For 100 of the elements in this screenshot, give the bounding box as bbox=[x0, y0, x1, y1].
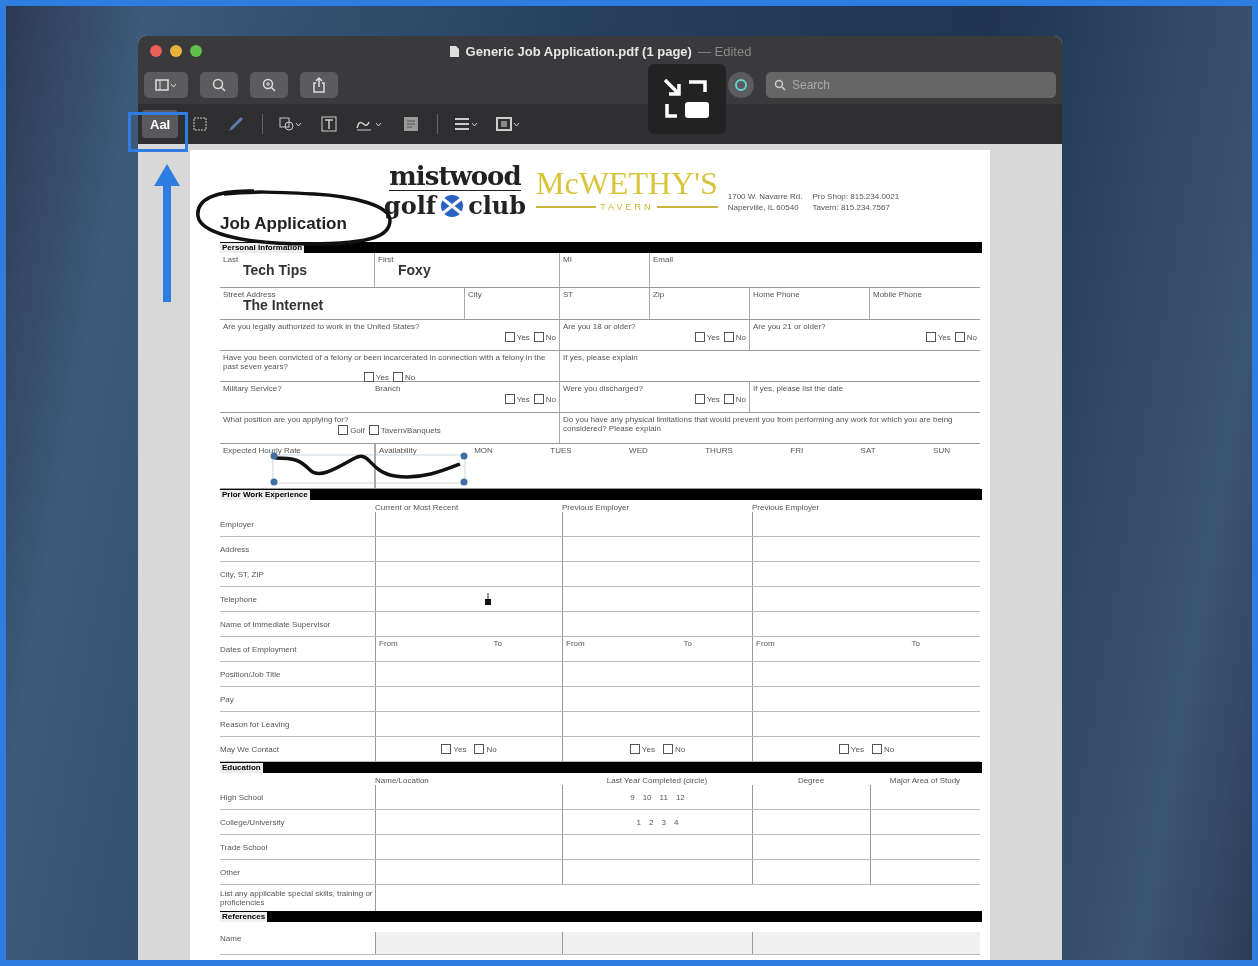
question-text: Expected Hourly Rate bbox=[223, 446, 301, 455]
day-label: TUES bbox=[550, 446, 572, 455]
cursor-icon bbox=[484, 592, 492, 606]
checkbox[interactable] bbox=[533, 332, 544, 342]
sidebar-icon bbox=[155, 79, 177, 91]
row-label: Position/Job Title bbox=[220, 669, 282, 679]
rotate-button[interactable] bbox=[728, 72, 754, 98]
field-value: Tech Tips bbox=[243, 262, 308, 278]
checkbox[interactable] bbox=[392, 372, 403, 382]
field-label: To bbox=[493, 639, 502, 650]
row-label: Telephone bbox=[220, 594, 258, 604]
exit-fullscreen-overlay[interactable] bbox=[648, 64, 726, 134]
year-option: 11 bbox=[659, 792, 668, 802]
year-option: 2 bbox=[649, 817, 654, 827]
form-field[interactable] bbox=[752, 932, 980, 954]
checkbox[interactable] bbox=[694, 332, 705, 342]
checkbox[interactable] bbox=[338, 425, 349, 435]
checkbox[interactable] bbox=[723, 332, 734, 342]
checkbox[interactable] bbox=[533, 394, 544, 404]
column-header: Previous Employer bbox=[562, 503, 631, 512]
phone-line: Pro Shop: 815.234.0021 bbox=[812, 192, 900, 201]
field-label: Zip bbox=[653, 290, 665, 299]
day-label: SAT bbox=[860, 446, 876, 455]
checkbox[interactable] bbox=[925, 332, 936, 342]
zoom-button[interactable] bbox=[190, 45, 202, 57]
question-text: Are you 18 or older? bbox=[563, 322, 636, 331]
day-label: THURS bbox=[705, 446, 733, 455]
checkbox-label: Yes bbox=[375, 372, 389, 382]
checkbox[interactable] bbox=[504, 332, 515, 342]
question-text: Have you been convicted of a felony or been incarcerated in connection with a felony in the past seven years? bbox=[223, 353, 547, 371]
year-option: 9 bbox=[630, 792, 635, 802]
highlight-frame bbox=[128, 112, 188, 152]
row-label: May We Contact bbox=[220, 744, 280, 754]
question-text: What position are you applying for? bbox=[223, 415, 349, 424]
field-label: MI bbox=[563, 255, 572, 264]
row-label: Name bbox=[220, 933, 243, 943]
note-icon bbox=[403, 116, 420, 132]
section-header-bar: Prior Work Experience bbox=[220, 489, 982, 500]
document-icon bbox=[448, 44, 460, 58]
checkbox-label: No bbox=[883, 744, 895, 754]
form-field[interactable] bbox=[375, 932, 562, 954]
checkbox-label: Yes bbox=[706, 394, 720, 404]
field-label: Email bbox=[653, 255, 673, 264]
sidebar-button[interactable] bbox=[144, 72, 188, 98]
checkbox[interactable] bbox=[871, 744, 882, 754]
field-label: ST bbox=[563, 290, 574, 299]
year-option: 12 bbox=[675, 792, 685, 802]
zoom-in-button[interactable] bbox=[250, 72, 288, 98]
tavern-logo-text: McWETHY'S bbox=[536, 164, 718, 203]
close-button[interactable] bbox=[150, 45, 162, 57]
checkbox[interactable] bbox=[954, 332, 965, 342]
checkbox-label: Yes bbox=[453, 744, 467, 754]
shapes-icon bbox=[279, 116, 304, 132]
row-label: List any applicable special skills, training or proficiencies bbox=[220, 889, 374, 907]
field-label: From bbox=[566, 639, 585, 650]
window-title: Generic Job Application.pdf (1 page) bbox=[465, 43, 692, 59]
column-header: Current or Most Recent bbox=[375, 503, 460, 512]
club-logo-text: mistwood bbox=[389, 162, 521, 191]
form-field[interactable] bbox=[562, 932, 752, 954]
club-logo-text: club bbox=[468, 191, 527, 220]
checkbox[interactable] bbox=[363, 372, 374, 382]
checkbox[interactable] bbox=[629, 744, 640, 754]
year-option: 1 bbox=[636, 817, 642, 827]
day-label: FRI bbox=[790, 446, 804, 455]
section-header-bar: References bbox=[220, 911, 982, 922]
checkbox-label: No bbox=[735, 332, 746, 342]
checkbox[interactable] bbox=[723, 394, 734, 404]
circle-icon bbox=[734, 78, 748, 92]
document-title: Job Application bbox=[220, 214, 348, 234]
zoom-out-button[interactable] bbox=[200, 72, 238, 98]
question-text: Are you legally authorized to work in the United States? bbox=[223, 322, 420, 331]
minimize-button[interactable] bbox=[170, 45, 182, 57]
checkbox[interactable] bbox=[838, 744, 849, 754]
checkbox[interactable] bbox=[474, 744, 485, 754]
row-label: Pay bbox=[220, 694, 235, 704]
pen-icon bbox=[227, 116, 246, 132]
checkbox[interactable] bbox=[504, 394, 515, 404]
zoom-out-icon bbox=[212, 78, 226, 92]
row-label: Employer bbox=[220, 519, 255, 529]
search-field[interactable]: Search bbox=[766, 72, 1056, 98]
question-text: Availability bbox=[379, 446, 417, 455]
tavern-logo-subtitle: TAVERN bbox=[600, 202, 654, 213]
checkbox[interactable] bbox=[368, 425, 379, 435]
row-label: College/University bbox=[220, 817, 286, 827]
year-option: 10 bbox=[642, 792, 652, 802]
question-text: Are you 21 or older? bbox=[753, 322, 826, 331]
day-label: MON bbox=[474, 446, 493, 455]
checkbox[interactable] bbox=[662, 744, 673, 754]
year-option: 3 bbox=[661, 817, 666, 827]
share-button[interactable] bbox=[300, 72, 338, 98]
row-label: High School bbox=[220, 792, 265, 802]
share-icon bbox=[312, 77, 326, 93]
edited-label: — Edited bbox=[697, 43, 752, 59]
checkbox[interactable] bbox=[441, 744, 452, 754]
checkbox-label: No bbox=[545, 332, 556, 342]
checkbox-label: Yes bbox=[706, 332, 720, 342]
checkbox[interactable] bbox=[694, 394, 705, 404]
text-box-icon bbox=[321, 116, 338, 132]
field-label: From bbox=[379, 639, 398, 650]
field-label: Branch bbox=[375, 384, 401, 393]
